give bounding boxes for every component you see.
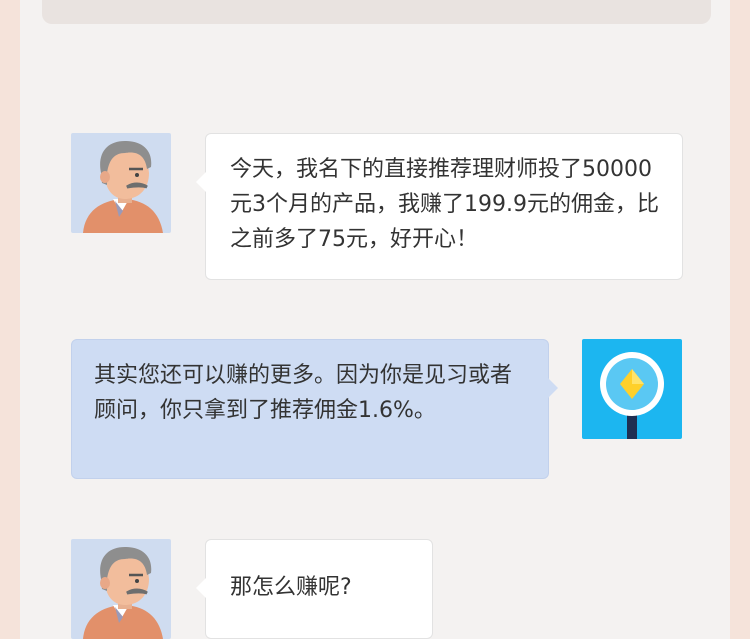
message-text: 今天，我名下的直接推荐理财师投了50000元3个月的产品，我赚了199.9元的佣… (230, 157, 659, 252)
advisor-avatar-icon[interactable] (582, 339, 682, 439)
elderly-man-avatar-icon (83, 141, 163, 233)
elderly-man-avatar-icon (83, 547, 163, 639)
magnifier-diamond-icon (600, 352, 664, 439)
message-text: 那怎么赚呢? (230, 575, 352, 600)
top-bar (42, 0, 711, 24)
bubble-tail (196, 172, 206, 192)
bubble-tail (548, 378, 558, 398)
message-text: 其实您还可以赚的更多。因为你是见习或者顾问，你只拿到了推荐佣金1.6%。 (94, 363, 513, 423)
message-bubble-user[interactable]: 今天，我名下的直接推荐理财师投了50000元3个月的产品，我赚了199.9元的佣… (196, 133, 683, 280)
message-bubble-advisor[interactable]: 其实您还可以赚的更多。因为你是见习或者顾问，你只拿到了推荐佣金1.6%。 (71, 339, 558, 479)
user-avatar-icon[interactable] (71, 133, 171, 233)
bubble-tail (196, 578, 206, 598)
message-bubble-user[interactable]: 那怎么赚呢? (196, 539, 433, 639)
user-avatar-icon[interactable] (71, 539, 171, 639)
